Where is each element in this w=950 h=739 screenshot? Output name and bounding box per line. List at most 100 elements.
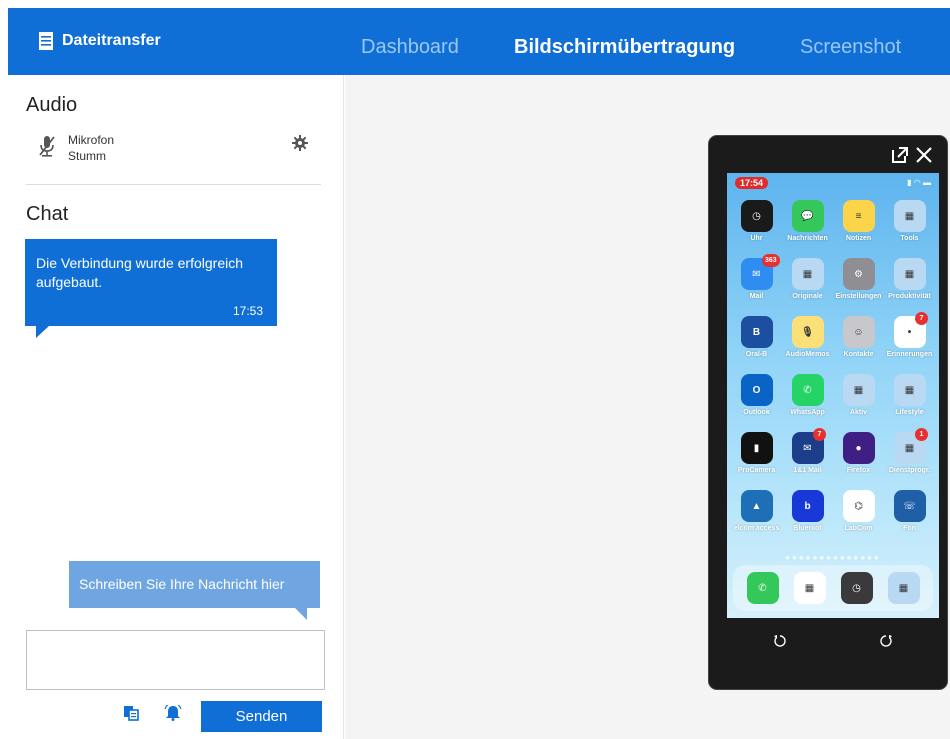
app-label: Dienstprogr. xyxy=(888,467,931,474)
app-label: WhatsApp xyxy=(790,409,825,416)
phone-app-icon[interactable]: ✆ xyxy=(746,572,779,604)
tab-screen-share[interactable]: Bildschirmübertragung xyxy=(514,36,735,59)
phone-screen[interactable]: 17:54 ▮ ◠ ▬ ◷ Uhr 💬 Nachrichten ≡ Notizen ▦ Too… xyxy=(727,173,939,618)
phone-app[interactable]: ▲ elcom access xyxy=(731,490,782,548)
audio-heading: Audio xyxy=(26,94,78,116)
app-label: Tools xyxy=(900,235,919,242)
app-icon: b xyxy=(791,490,824,522)
phone-app[interactable]: • 7 Erinnerungen xyxy=(884,312,935,374)
app-icon: 🎙 xyxy=(791,316,824,348)
popout-icon[interactable] xyxy=(891,146,909,169)
home-screen-grid: ◷ Uhr 💬 Nachrichten ≡ Notizen ▦ Tools ✉ 363 Mail ▦ O… xyxy=(731,200,935,548)
app-label: Fon xyxy=(903,525,916,532)
phone-status-time: 17:54 xyxy=(735,177,769,189)
phone-app[interactable]: ▦ Produktivität xyxy=(884,258,935,316)
app-icon: ☺ xyxy=(842,316,875,348)
app-badge: 363 xyxy=(762,254,780,267)
app-label: LabCom xyxy=(844,525,873,532)
phone-app[interactable]: ≡ Notizen xyxy=(833,200,884,258)
alarm-bell-icon[interactable] xyxy=(163,703,183,723)
phone-app[interactable]: ✆ WhatsApp xyxy=(782,374,833,432)
app-icon: ≡ xyxy=(842,200,875,232)
mic-device-name: Mikrofon xyxy=(68,133,115,147)
app-badge: 1 xyxy=(915,428,928,441)
app-icon: ▮ xyxy=(740,432,773,464)
phone-app[interactable]: ✉ 7 1&1 Mail xyxy=(782,428,833,490)
gear-icon[interactable] xyxy=(292,135,308,156)
app-badge: 7 xyxy=(915,312,928,325)
app-icon: ◷ xyxy=(740,200,773,232)
calendar-app-icon[interactable]: ▦ xyxy=(793,572,826,604)
phone-app[interactable]: ▦ 1 Dienstprogr. xyxy=(884,428,935,490)
app-label: Notizen xyxy=(845,235,872,242)
app-icon: ▦ xyxy=(893,374,926,406)
chat-bubble-tail xyxy=(36,326,49,338)
app-icon: ▲ xyxy=(740,490,773,522)
app-icon: 💬 xyxy=(791,200,824,232)
phone-app[interactable]: b Blueriiot xyxy=(782,490,833,548)
clock-app-icon[interactable]: ◷ xyxy=(840,572,873,604)
chat-message: Die Verbindung wurde erfolgreich aufgeba… xyxy=(25,239,277,326)
phone-app[interactable]: ⚙ Einstellungen xyxy=(833,258,884,316)
phone-app[interactable]: B Oral-B xyxy=(731,316,782,374)
app-icon: ✆ xyxy=(791,374,824,406)
close-icon[interactable] xyxy=(915,146,933,169)
phone-app[interactable]: 💬 Nachrichten xyxy=(782,200,833,258)
tab-screenshot[interactable]: Screenshot xyxy=(800,36,901,59)
phone-app[interactable]: ● Firefox xyxy=(833,432,884,490)
send-button[interactable]: Senden xyxy=(201,701,322,732)
app-label: Erinnerungen xyxy=(886,351,933,358)
rotate-right-icon[interactable] xyxy=(878,633,894,654)
chat-hint-tail xyxy=(295,608,307,620)
phone-app[interactable]: ▦ Lifestyle xyxy=(884,374,935,432)
app-label: Oral-B xyxy=(745,351,768,358)
chat-message-input[interactable] xyxy=(26,630,325,690)
app-label: Blueriiot xyxy=(793,525,822,532)
app-label: ProCamera xyxy=(737,467,776,474)
app-icon: ☏ xyxy=(893,490,926,522)
app-badge: 7 xyxy=(813,428,826,441)
phone-app[interactable]: ◷ Uhr xyxy=(731,200,782,258)
clipboard-icon[interactable] xyxy=(121,703,141,723)
phone-app[interactable]: ▮ ProCamera xyxy=(731,432,782,490)
phone-app[interactable]: O Outlook xyxy=(731,374,782,432)
chat-message-time: 17:53 xyxy=(232,304,263,318)
app-icon: ● xyxy=(842,432,875,464)
tab-dashboard[interactable]: Dashboard xyxy=(361,36,459,59)
folder-app-icon[interactable]: ▦ xyxy=(887,572,920,604)
app-icon: O xyxy=(740,374,773,406)
phone-app[interactable]: 🎙 AudioMemos xyxy=(782,316,833,374)
rotate-left-icon[interactable] xyxy=(772,633,788,654)
app-icon: ▦ xyxy=(791,258,824,290)
chat-heading: Chat xyxy=(26,203,69,225)
screen-share-area: 17:54 ▮ ◠ ▬ ◷ Uhr 💬 Nachrichten ≡ Notizen ▦ Too… xyxy=(345,75,950,739)
phone-navigation xyxy=(727,626,939,660)
phone-app[interactable]: ▦ Tools xyxy=(884,200,935,258)
phone-app[interactable]: ▦ Aktiv xyxy=(833,374,884,432)
app-icon: ⚙ xyxy=(842,258,875,290)
mic-muted-icon[interactable] xyxy=(38,135,56,162)
phone-app[interactable]: ⌬ LabCom xyxy=(833,490,884,548)
app-icon: ▦ xyxy=(893,200,926,232)
app-label: Originale xyxy=(792,293,823,300)
app-label: 1&1 Mail xyxy=(793,467,822,474)
app-label: Firefox xyxy=(846,467,871,474)
chat-message-text: Die Verbindung wurde erfolgreich aufgeba… xyxy=(36,255,244,290)
app-label: Aktiv xyxy=(849,409,868,416)
app-label: Kontakte xyxy=(843,351,874,358)
signal-wifi-battery-icon: ▮ ◠ ▬ xyxy=(907,178,931,187)
file-transfer-button[interactable]: Dateitransfer xyxy=(38,31,161,51)
app-label: Outlook xyxy=(743,409,770,416)
app-label: Mail xyxy=(749,293,764,300)
brand-label: Dateitransfer xyxy=(62,32,161,49)
phone-app[interactable]: ☏ Fon xyxy=(884,490,935,548)
app-label: Produktivität xyxy=(888,293,931,300)
app-label: Nachrichten xyxy=(787,235,828,242)
app-label: Uhr xyxy=(750,235,763,242)
phone-dock: ✆ ▦ ◷ ▦ xyxy=(733,565,933,611)
phone-app[interactable]: ☺ Kontakte xyxy=(833,316,884,374)
file-transfer-icon xyxy=(39,32,53,50)
phone-app[interactable]: ✉ 363 Mail xyxy=(731,254,782,316)
page-dots: ●●●●●●●●●●●●●● xyxy=(785,553,881,562)
phone-app[interactable]: ▦ Originale xyxy=(782,258,833,316)
